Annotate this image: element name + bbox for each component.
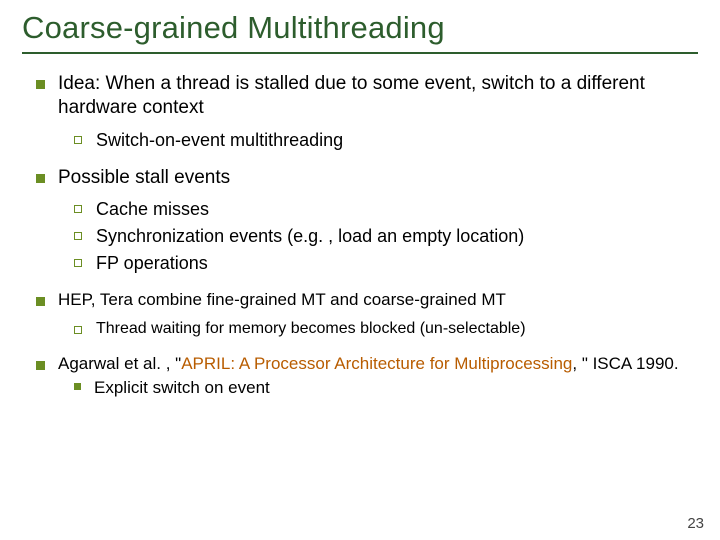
bullet-stall-events: Possible stall events Cache misses Synch… <box>58 166 698 275</box>
title-underline <box>22 52 698 54</box>
sub-list: Switch-on-event multithreading <box>58 129 698 152</box>
bullet-text: Idea: When a thread is stalled due to so… <box>58 73 645 118</box>
ref-prefix: Agarwal et al. , " <box>58 354 181 373</box>
bullet-list: Possible stall events Cache misses Synch… <box>22 166 698 275</box>
sub-bullet: Explicit switch on event <box>94 377 698 399</box>
sub-bullet: FP operations <box>96 252 698 275</box>
slide: Coarse-grained Multithreading Idea: When… <box>0 0 720 540</box>
bullet-hep-tera: HEP, Tera combine fine-grained MT and co… <box>58 289 698 339</box>
bullet-list: HEP, Tera combine fine-grained MT and co… <box>22 289 698 399</box>
sub-list: Thread waiting for memory becomes blocke… <box>58 319 698 339</box>
reference-title: APRIL: A Processor Architecture for Mult… <box>181 354 572 373</box>
sub-list: Explicit switch on event <box>58 377 698 399</box>
bullet-text: HEP, Tera combine fine-grained MT and co… <box>58 290 506 309</box>
bullet-idea: Idea: When a thread is stalled due to so… <box>58 72 698 152</box>
page-number: 23 <box>687 515 704 532</box>
slide-body: Idea: When a thread is stalled due to so… <box>22 72 698 399</box>
ref-suffix: , " ISCA 1990. <box>572 354 678 373</box>
sub-bullet: Switch-on-event multithreading <box>96 129 698 152</box>
sub-bullet: Synchronization events (e.g. , load an e… <box>96 225 698 248</box>
sub-bullet: Thread waiting for memory becomes blocke… <box>96 319 698 339</box>
bullet-agarwal: Agarwal et al. , "APRIL: A Processor Arc… <box>58 353 698 399</box>
bullet-text: Possible stall events <box>58 167 230 188</box>
slide-title: Coarse-grained Multithreading <box>22 10 698 46</box>
bullet-list: Idea: When a thread is stalled due to so… <box>22 72 698 152</box>
sub-list: Cache misses Synchronization events (e.g… <box>58 198 698 275</box>
sub-bullet: Cache misses <box>96 198 698 221</box>
